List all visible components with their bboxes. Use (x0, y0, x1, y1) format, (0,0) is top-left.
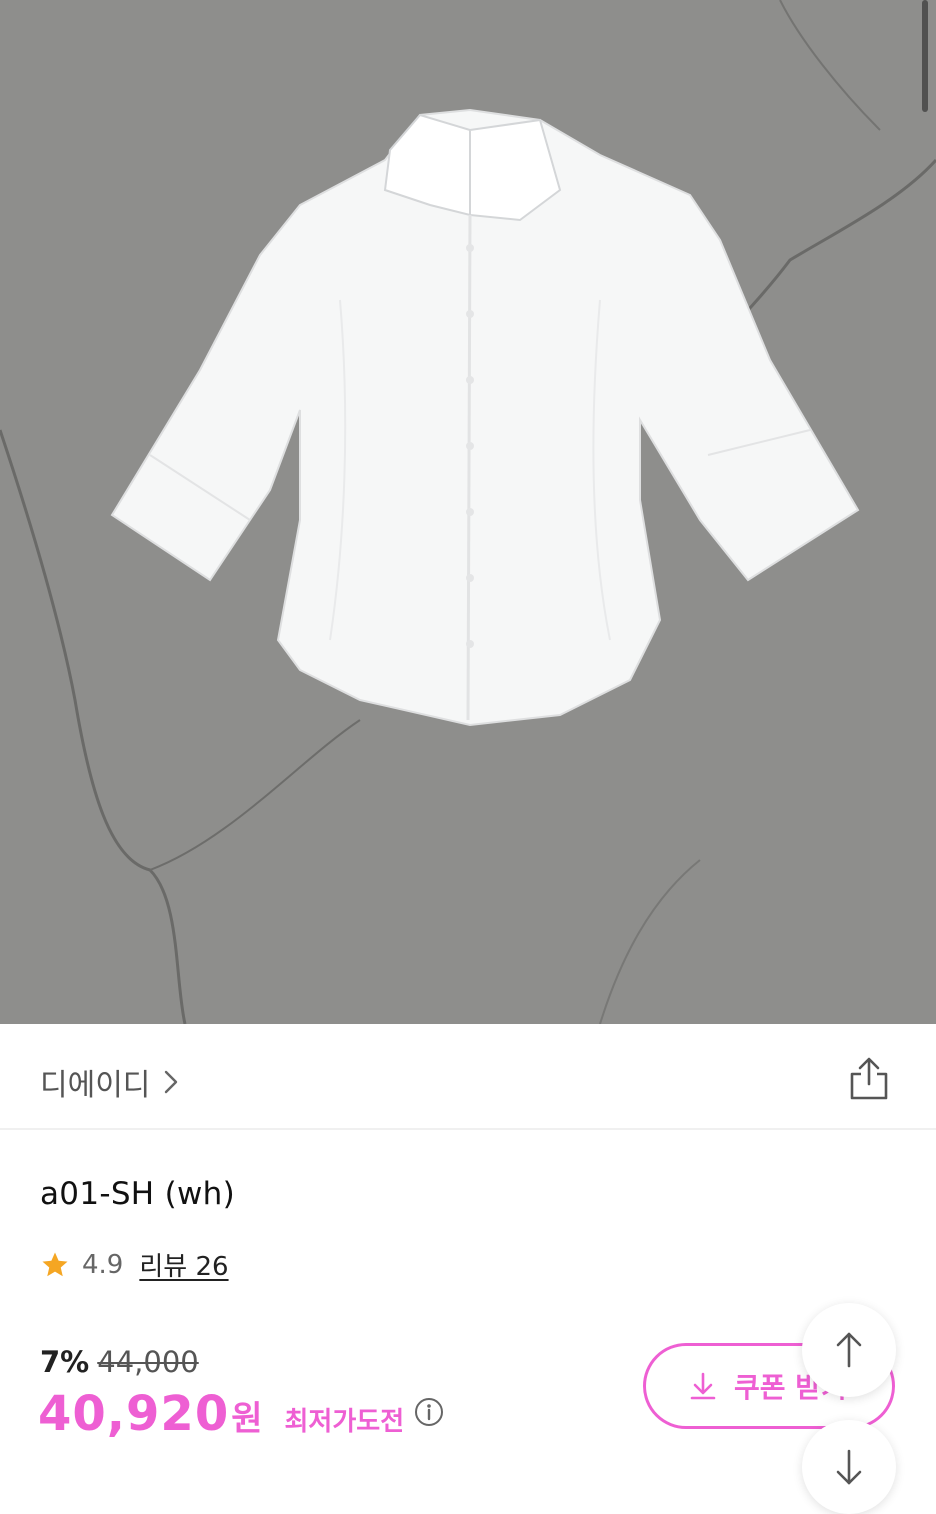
arrow-down-icon (836, 1449, 862, 1485)
info-icon[interactable] (414, 1397, 444, 1427)
discount-rate: 7% (40, 1345, 90, 1379)
product-title: a01-SH (wh) (40, 1176, 235, 1212)
price-note: 최저가도전 (284, 1407, 405, 1437)
arrow-up-icon (836, 1332, 862, 1368)
scrollbar-thumb[interactable] (922, 0, 928, 112)
rating-score: 4.9 (82, 1249, 124, 1280)
brand-name: 디에이디 (40, 1068, 151, 1103)
download-icon (690, 1372, 716, 1400)
scroll-up-button[interactable] (802, 1303, 896, 1397)
brand-link[interactable]: 디에이디 (40, 1060, 178, 1104)
chevron-right-icon (165, 1070, 178, 1094)
review-link[interactable]: 리뷰 26 (139, 1246, 228, 1283)
original-price: 44,000 (97, 1345, 199, 1379)
product-image (0, 0, 936, 1024)
rating-row: 4.9 리뷰 26 (40, 1246, 229, 1283)
discount-row: 7% 44,000 (40, 1345, 199, 1379)
star-icon (42, 1252, 68, 1276)
brand-row: 디에이디 (0, 1024, 936, 1130)
sale-price: 40,920 (38, 1386, 230, 1442)
share-icon[interactable] (846, 1056, 892, 1102)
price-row: 40,920 원 최저가도전 (38, 1386, 444, 1442)
currency: 원 (231, 1399, 263, 1439)
